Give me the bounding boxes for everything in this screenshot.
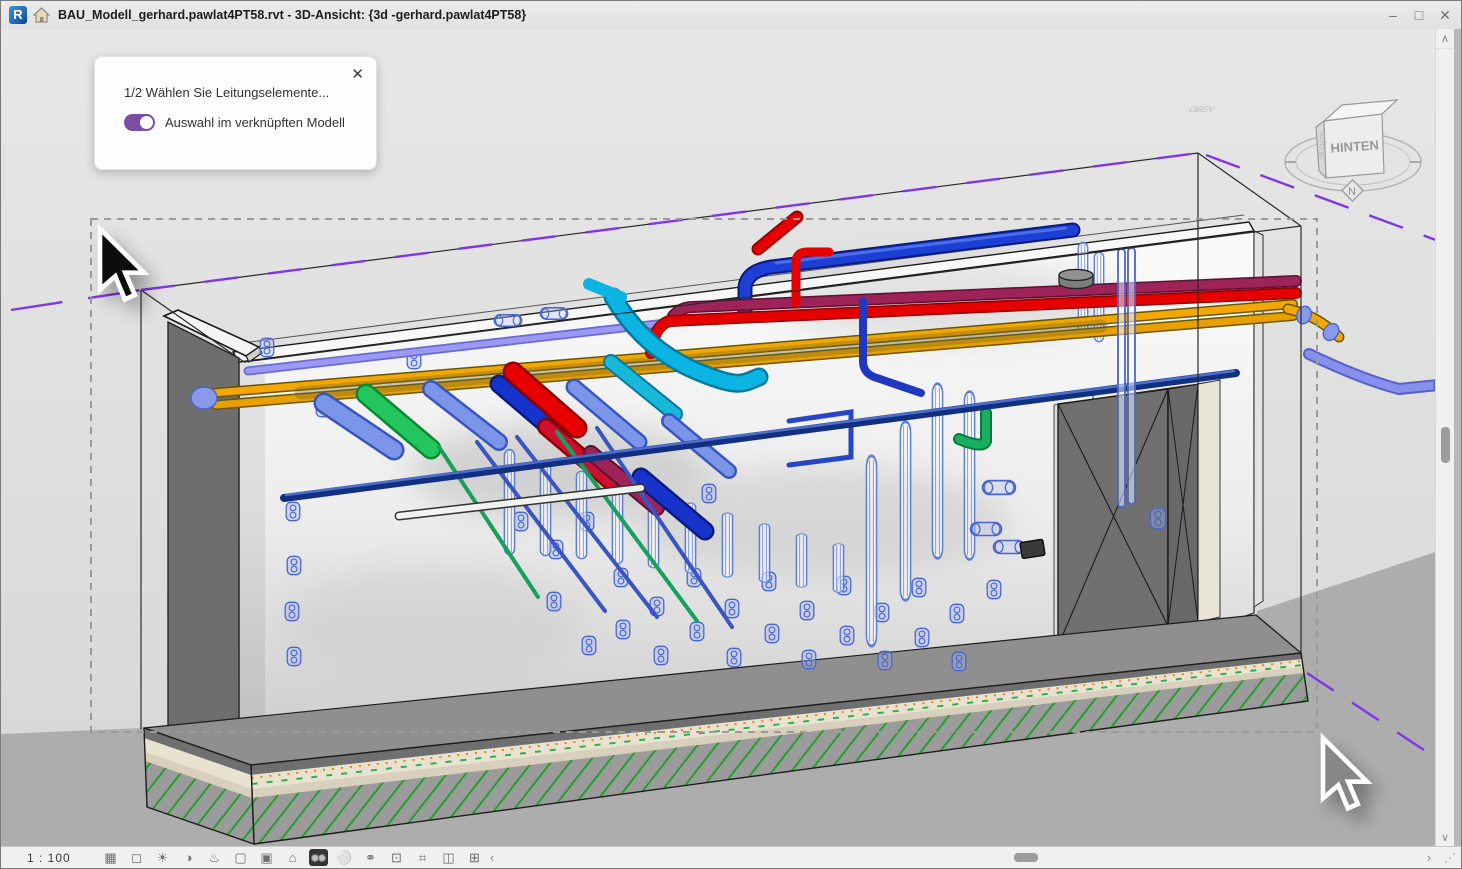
minimize-button[interactable]: – bbox=[1383, 5, 1403, 25]
worksharing-display-icon[interactable]: ⚭ bbox=[361, 849, 380, 866]
temporary-hide-isolate-icon[interactable] bbox=[309, 849, 328, 866]
analytical-model-icon[interactable]: ⌗ bbox=[413, 849, 432, 866]
render-dialog-icon[interactable]: ♨ bbox=[205, 849, 224, 866]
roof-cylinder[interactable] bbox=[1059, 270, 1093, 289]
viewcube-top-label: OBEN bbox=[1185, 105, 1217, 115]
cursor-black-arrow bbox=[100, 229, 144, 299]
scroll-right-icon[interactable]: › bbox=[1419, 850, 1439, 865]
window-right-edge bbox=[1454, 29, 1461, 849]
viewcube[interactable]: N OBEN RECHTS HINTEN bbox=[1185, 100, 1421, 201]
linked-model-toggle[interactable] bbox=[124, 114, 155, 131]
view-control-icons: ▦ ◻ ☀ ◑ ♨ ▢ ▣ ⌂ ⚪ ⚭ ⊡ ⌗ ◫ ⊞ bbox=[101, 849, 484, 866]
scale-button[interactable]: 1 : 100 bbox=[27, 851, 83, 865]
toggle-label: Auswahl im verknüpften Modell bbox=[165, 115, 345, 130]
dialog-step-text: 1/2 Wählen Sie Leitungselemente... bbox=[124, 85, 329, 100]
home-icon[interactable] bbox=[33, 7, 50, 24]
crop-view-icon[interactable]: ▢ bbox=[231, 849, 250, 866]
door-panel[interactable] bbox=[1054, 373, 1220, 649]
sun-path-icon[interactable]: ☀ bbox=[153, 849, 172, 866]
horizontal-scrollbar[interactable] bbox=[494, 847, 1419, 868]
hscroll-thumb[interactable] bbox=[1014, 853, 1038, 862]
selection-dialog: ✕ 1/2 Wählen Sie Leitungselemente... Aus… bbox=[94, 56, 377, 170]
visual-style-icon[interactable]: ◻ bbox=[127, 849, 146, 866]
displacement-sets-icon[interactable]: ◫ bbox=[439, 849, 458, 866]
shadows-icon[interactable]: ◑ bbox=[179, 849, 198, 866]
pipe-periwinkle-right[interactable] bbox=[1309, 354, 1444, 392]
revit-window: R BAU_Modell_gerhard.pawlat4PT58.rvt - 3… bbox=[0, 0, 1462, 869]
electrical-box[interactable] bbox=[1020, 539, 1045, 558]
view-control-bar: 1 : 100 ▦◻☀◑♨▢▣⌂⚪⚭⊡⌗◫⊞ ‹ › ⋰ bbox=[1, 846, 1461, 868]
detail-level-icon[interactable]: ▦ bbox=[101, 849, 120, 866]
window-title: BAU_Modell_gerhard.pawlat4PT58.rvt - 3D-… bbox=[58, 8, 526, 22]
scroll-up-icon[interactable]: ∧ bbox=[1436, 31, 1454, 49]
reveal-constraints-icon[interactable]: ⊞ bbox=[465, 849, 484, 866]
resize-grip-icon[interactable]: ⋰ bbox=[1439, 851, 1461, 865]
scroll-down-icon[interactable]: ∨ bbox=[1436, 830, 1454, 847]
show-crop-region-icon[interactable]: ▣ bbox=[257, 849, 276, 866]
dialog-close-icon[interactable]: ✕ bbox=[351, 65, 364, 83]
maximize-button[interactable]: □ bbox=[1409, 5, 1429, 25]
vscroll-thumb[interactable] bbox=[1441, 427, 1450, 463]
close-button[interactable]: ✕ bbox=[1435, 5, 1455, 25]
temporary-view-properties-icon[interactable]: ⊡ bbox=[387, 849, 406, 866]
viewcube-north: N bbox=[1348, 186, 1356, 198]
reveal-hidden-elements-icon[interactable]: ⚪ bbox=[335, 849, 354, 866]
title-bar[interactable]: R BAU_Modell_gerhard.pawlat4PT58.rvt - 3… bbox=[1, 1, 1461, 30]
lock-3d-view-icon[interactable]: ⌂ bbox=[283, 849, 302, 866]
revit-app-icon: R bbox=[9, 6, 27, 24]
vertical-scrollbar[interactable]: ∧ ∨ bbox=[1435, 29, 1454, 849]
